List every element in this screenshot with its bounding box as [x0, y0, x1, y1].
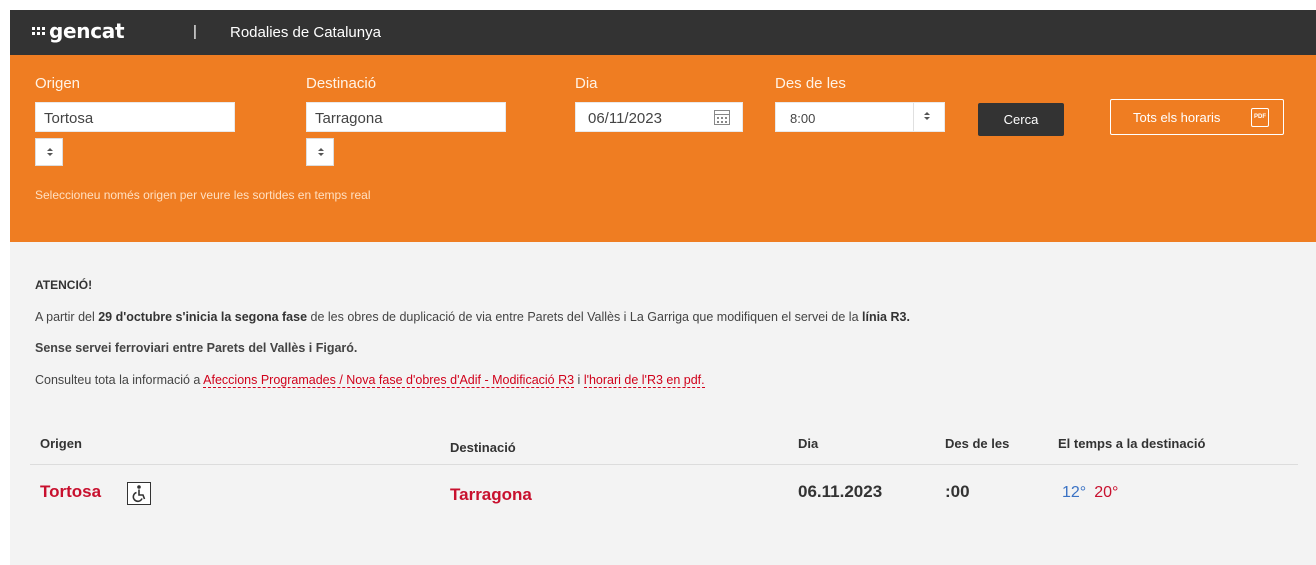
top-bar: gencat | Rodalies de Catalunya	[10, 10, 1316, 55]
day-value: 06/11/2023	[588, 110, 662, 127]
col-header-origin: Origen	[40, 436, 82, 451]
result-weather: 12° 20°	[1062, 482, 1118, 502]
calendar-icon[interactable]	[714, 110, 730, 125]
page: gencat | Rodalies de Catalunya Origen To…	[10, 10, 1316, 565]
col-header-weather: El temps a la destinació	[1058, 436, 1206, 451]
table-header-divider	[30, 464, 1298, 465]
destination-input[interactable]: Tarragona	[306, 102, 506, 132]
realtime-hint: Seleccioneu només origen per veure les s…	[35, 188, 371, 202]
logo-text: gencat	[49, 19, 125, 43]
r3-pdf-link[interactable]: l'horari de l'R3 en pdf.	[583, 373, 705, 388]
result-day: 06.11.2023	[798, 482, 883, 501]
wheelchair-icon	[127, 482, 151, 505]
day-label: Dia	[575, 75, 598, 92]
destination-value: Tarragona	[315, 110, 383, 127]
col-header-day: Dia	[798, 436, 819, 451]
notice-line-3: Consulteu tota la informació a Afeccions…	[35, 373, 705, 388]
chevron-updown-icon	[924, 112, 930, 122]
result-destination[interactable]: Tarragona	[450, 485, 532, 505]
time-select[interactable]: 8:00	[775, 102, 945, 132]
notice-bold-text: línia R3.	[862, 310, 910, 324]
temp-max: 20°	[1094, 484, 1119, 501]
search-button[interactable]: Cerca	[978, 103, 1064, 136]
time-value: 8:00	[790, 111, 816, 126]
time-label: Des de les	[775, 75, 846, 92]
notice-text: A partir del	[35, 310, 99, 324]
origin-input[interactable]: Tortosa	[35, 102, 235, 132]
header-separator: |	[193, 23, 197, 40]
temp-min: 12°	[1062, 484, 1087, 501]
col-header-time: Des de les	[945, 436, 1010, 451]
notice-bold-text: 29 d'octubre s'inicia la segona fase	[98, 310, 308, 324]
notice-line-1: A partir del 29 d'octubre s'inicia la se…	[35, 310, 910, 324]
all-schedules-button[interactable]: Tots els horaris PDF	[1110, 99, 1284, 135]
day-date-input[interactable]: 06/11/2023	[575, 102, 743, 132]
results-area: ATENCIÓ! A partir del 29 d'octubre s'ini…	[10, 242, 1316, 565]
pdf-icon: PDF	[1251, 108, 1269, 127]
origin-value: Tortosa	[44, 110, 94, 127]
notice-line-2: Sense servei ferroviari entre Parets del…	[35, 341, 358, 355]
app-title[interactable]: Rodalies de Catalunya	[230, 24, 381, 41]
origin-label: Origen	[35, 75, 81, 92]
select-divider	[913, 103, 914, 131]
all-schedules-label: Tots els horaris	[1133, 110, 1221, 125]
affections-link[interactable]: Afeccions Programades / Nova fase d'obre…	[203, 373, 575, 388]
destination-stepper[interactable]	[306, 138, 334, 166]
notice-text: de les obres de duplicació de via entre …	[307, 310, 862, 324]
result-origin[interactable]: Tortosa	[40, 482, 101, 502]
col-header-destination: Destinació	[450, 440, 516, 455]
destination-label: Destinació	[306, 75, 377, 92]
notice-title: ATENCIÓ!	[35, 278, 93, 292]
result-time: :00	[945, 482, 970, 501]
search-panel: Origen Tortosa Destinació Tarragona Dia …	[10, 55, 1316, 242]
notice-text: Consulteu tota la informació a	[35, 373, 204, 387]
logo-mark-icon	[32, 27, 45, 35]
gencat-logo[interactable]: gencat	[32, 19, 125, 43]
origin-stepper[interactable]	[35, 138, 63, 166]
notice-text: i	[574, 373, 584, 387]
